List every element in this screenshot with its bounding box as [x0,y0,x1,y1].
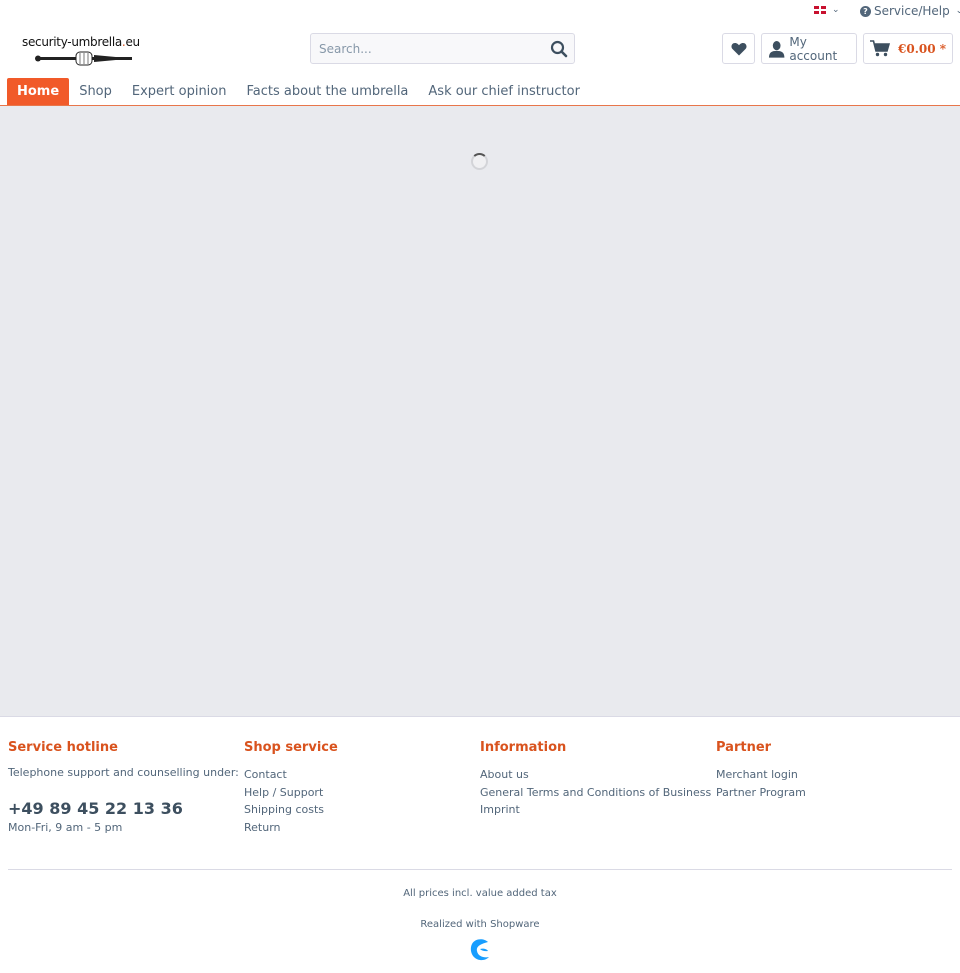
user-icon [768,40,785,58]
top-bar: ⌄ ? Service/Help ⌄ [0,0,960,24]
question-circle-icon: ? [860,5,871,17]
footer-link-terms[interactable]: General Terms and Conditions of Business [480,784,711,802]
logo-text-tld: eu [125,35,140,49]
footer: Service hotline Telephone support and co… [0,718,960,973]
hotline-phone[interactable]: +49 89 45 22 13 36 [8,799,239,818]
my-account-button[interactable]: My account [761,33,857,64]
nav-item-home[interactable]: Home [7,78,70,105]
nav-item-facts[interactable]: Facts about the umbrella [236,78,418,105]
footer-link-contact[interactable]: Contact [244,766,338,784]
main-navigation: Home Shop Expert opinion Facts about the… [7,78,590,105]
search-button[interactable] [544,34,574,63]
footer-link-shipping-costs[interactable]: Shipping costs [244,801,338,819]
wishlist-button[interactable] [722,33,755,64]
footer-link-partner-program[interactable]: Partner Program [716,784,806,802]
footer-link-about-us[interactable]: About us [480,766,711,784]
footer-information: Information About us General Terms and C… [480,740,711,819]
uk-flag-icon [814,6,826,14]
heart-icon [730,42,747,55]
nav-item-expert-opinion[interactable]: Expert opinion [122,78,237,105]
cart-total: €0.00 * [898,41,947,56]
umbrella-fist-icon [35,51,132,66]
footer-link-merchant-login[interactable]: Merchant login [716,766,806,784]
search-input[interactable] [311,41,544,56]
my-account-label: My account [789,34,838,63]
tax-note: All prices incl. value added tax [403,888,557,899]
hotline-text: Telephone support and counselling under: [8,766,239,779]
search-icon [550,40,568,57]
hotline-hours: Mon-Fri, 9 am - 5 pm [8,821,123,834]
site-logo[interactable]: security-umbrella.eu [22,35,140,69]
content-area [0,106,960,717]
cart-button[interactable]: €0.00 * [863,33,953,64]
footer-hotline: Service hotline Telephone support and co… [8,740,239,834]
nav-item-ask-instructor[interactable]: Ask our chief instructor [418,78,590,105]
footer-link-return[interactable]: Return [244,819,338,837]
nav-item-shop[interactable]: Shop [69,78,122,105]
footer-information-title: Information [480,740,567,755]
footer-partner-title: Partner [716,740,772,755]
realized-with-shopware: Realized with Shopware [420,919,540,930]
service-help-menu[interactable]: ? Service/Help ⌄ [860,4,960,18]
footer-partner: Partner Merchant login Partner Program [716,740,806,801]
chevron-down-icon: ⌄ [955,6,960,16]
footer-divider [8,869,952,870]
footer-link-help-support[interactable]: Help / Support [244,784,338,802]
logo-text-main: security-umbrella [22,35,122,49]
footer-hotline-title: Service hotline [8,740,118,755]
loading-spinner-icon [471,153,488,170]
footer-shop-service-title: Shop service [244,740,338,755]
logo-text: security-umbrella.eu [22,35,140,49]
service-help-label: Service/Help [874,4,950,18]
shopware-logo-icon[interactable] [469,938,491,962]
chevron-down-icon: ⌄ [832,5,840,15]
language-switcher[interactable]: ⌄ [814,5,840,15]
footer-shop-service: Shop service Contact Help / Support Ship… [244,740,338,836]
footer-link-imprint[interactable]: Imprint [480,801,711,819]
shopping-cart-icon [870,40,890,57]
search-box [310,33,575,64]
